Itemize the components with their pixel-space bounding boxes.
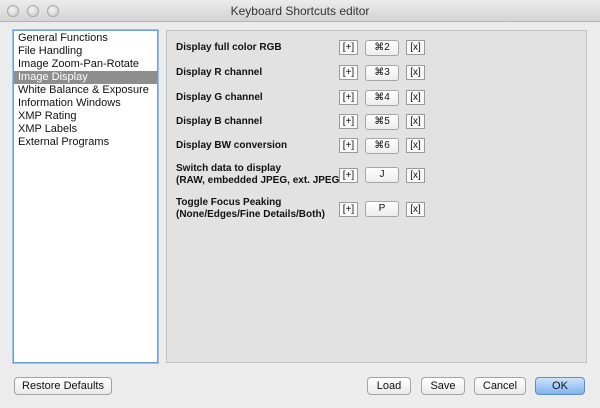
shortcut-label-line: (None/Edges/Fine Details/Both) <box>176 209 325 220</box>
sidebar-item-white-balance-exposure[interactable]: White Balance & Exposure <box>14 84 157 97</box>
load-button[interactable]: Load <box>367 377 411 395</box>
shortcut-key-button[interactable]: ⌘6 <box>365 138 399 154</box>
sidebar-item-external-programs[interactable]: External Programs <box>14 136 157 149</box>
sidebar-item-general-functions[interactable]: General Functions <box>14 32 157 45</box>
shortcut-label: Display B channel <box>176 116 262 128</box>
remove-shortcut-button[interactable]: [x] <box>406 40 425 55</box>
shortcut-label: Switch data to display (RAW, embedded JP… <box>176 163 339 187</box>
shortcut-key-button[interactable]: ⌘4 <box>365 90 399 106</box>
shortcut-label-line: Display full color RGB <box>176 42 282 53</box>
sidebar-item-image-zoom-pan-rotate[interactable]: Image Zoom-Pan-Rotate <box>14 58 157 71</box>
sidebar-item-file-handling[interactable]: File Handling <box>14 45 157 58</box>
shortcut-label: Display full color RGB <box>176 42 282 54</box>
shortcut-label: Toggle Focus Peaking (None/Edges/Fine De… <box>176 197 325 221</box>
remove-shortcut-button[interactable]: [x] <box>406 202 425 217</box>
shortcut-label-line: Switch data to display <box>176 163 282 174</box>
category-list[interactable]: General Functions File Handling Image Zo… <box>13 30 158 363</box>
remove-shortcut-button[interactable]: [x] <box>406 90 425 105</box>
add-shortcut-button[interactable]: [+] <box>339 90 358 105</box>
shortcut-label-line: (RAW, embedded JPEG, ext. JPEG <box>176 175 340 186</box>
shortcut-label-line: Toggle Focus Peaking <box>176 197 282 208</box>
cancel-button[interactable]: Cancel <box>474 377 526 395</box>
shortcut-label-line: Display R channel <box>176 67 263 78</box>
add-shortcut-button[interactable]: [+] <box>339 65 358 80</box>
shortcuts-panel: Display full color RGB [+] ⌘2 [x] Displa… <box>166 30 587 363</box>
shortcut-label-line: Display BW conversion <box>176 140 288 151</box>
sidebar-item-xmp-rating[interactable]: XMP Rating <box>14 110 157 123</box>
sidebar-item-information-windows[interactable]: Information Windows <box>14 97 157 110</box>
add-shortcut-button[interactable]: [+] <box>339 202 358 217</box>
shortcut-key-button[interactable]: P <box>365 201 399 217</box>
shortcut-label: Display BW conversion <box>176 140 287 152</box>
remove-shortcut-button[interactable]: [x] <box>406 138 425 153</box>
save-button[interactable]: Save <box>421 377 465 395</box>
shortcut-key-button[interactable]: ⌘3 <box>365 65 399 81</box>
shortcut-key-button[interactable]: J <box>365 167 399 183</box>
sidebar-item-xmp-labels[interactable]: XMP Labels <box>14 123 157 136</box>
add-shortcut-button[interactable]: [+] <box>339 114 358 129</box>
sidebar-item-image-display[interactable]: Image Display <box>14 71 157 84</box>
ok-button[interactable]: OK <box>535 377 585 395</box>
shortcut-label-line: Display B channel <box>176 116 263 127</box>
remove-shortcut-button[interactable]: [x] <box>406 114 425 129</box>
shortcut-label-line: Display G channel <box>176 92 263 103</box>
add-shortcut-button[interactable]: [+] <box>339 138 358 153</box>
remove-shortcut-button[interactable]: [x] <box>406 65 425 80</box>
shortcut-label: Display R channel <box>176 67 262 79</box>
shortcut-key-button[interactable]: ⌘5 <box>365 114 399 130</box>
title-bar: Keyboard Shortcuts editor <box>0 0 600 22</box>
add-shortcut-button[interactable]: [+] <box>339 168 358 183</box>
shortcut-label: Display G channel <box>176 92 263 104</box>
restore-defaults-button[interactable]: Restore Defaults <box>14 377 112 395</box>
remove-shortcut-button[interactable]: [x] <box>406 168 425 183</box>
window-title: Keyboard Shortcuts editor <box>230 4 370 18</box>
add-shortcut-button[interactable]: [+] <box>339 40 358 55</box>
shortcut-key-button[interactable]: ⌘2 <box>365 40 399 56</box>
